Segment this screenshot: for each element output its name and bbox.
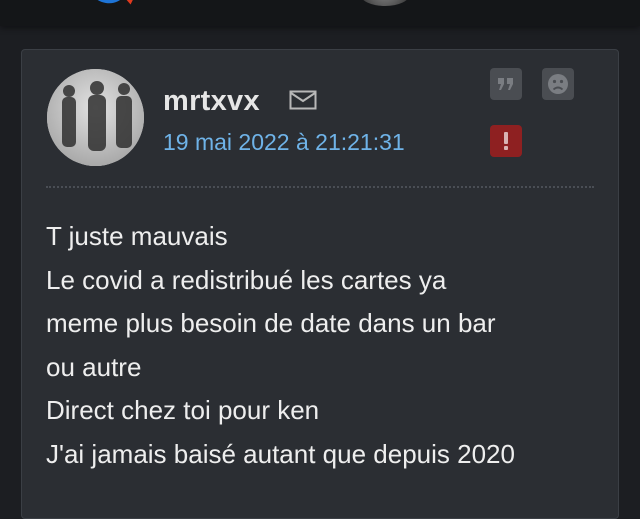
post-divider — [46, 186, 594, 188]
user-avatar-icon[interactable] — [360, 0, 410, 6]
silhouette-avatar-icon — [47, 69, 144, 166]
post-message-body: T juste mauvais Le covid a redistribué l… — [46, 215, 606, 476]
post-timestamp[interactable]: 19 mai 2022 à 21:21:31 — [163, 129, 405, 156]
report-sad-button[interactable] — [542, 68, 574, 100]
exclamation-icon — [504, 132, 508, 150]
message-line: T juste mauvais — [46, 221, 228, 251]
envelope-icon[interactable] — [289, 90, 317, 110]
sad-face-icon — [548, 74, 568, 94]
message-line: Direct chez toi pour ken — [46, 395, 320, 425]
top-navigation-bar — [0, 0, 640, 26]
message-line: meme plus besoin de date dans un bar — [46, 308, 496, 338]
alert-button[interactable] — [490, 125, 522, 157]
site-logo-icon[interactable] — [92, 0, 136, 6]
message-line: ou autre — [46, 351, 142, 382]
quote-icon — [498, 78, 513, 90]
forum-post-card: mrtxvx 19 mai 2022 à 21:21:31 T juste ma… — [21, 49, 619, 519]
quote-button[interactable] — [490, 68, 522, 100]
avatar[interactable] — [47, 69, 144, 166]
message-line: J'ai jamais baisé autant que depuis 2020 — [46, 438, 515, 469]
message-line: Le covid a redistribué les cartes ya — [46, 264, 447, 295]
post-author-username[interactable]: mrtxvx — [163, 85, 260, 118]
